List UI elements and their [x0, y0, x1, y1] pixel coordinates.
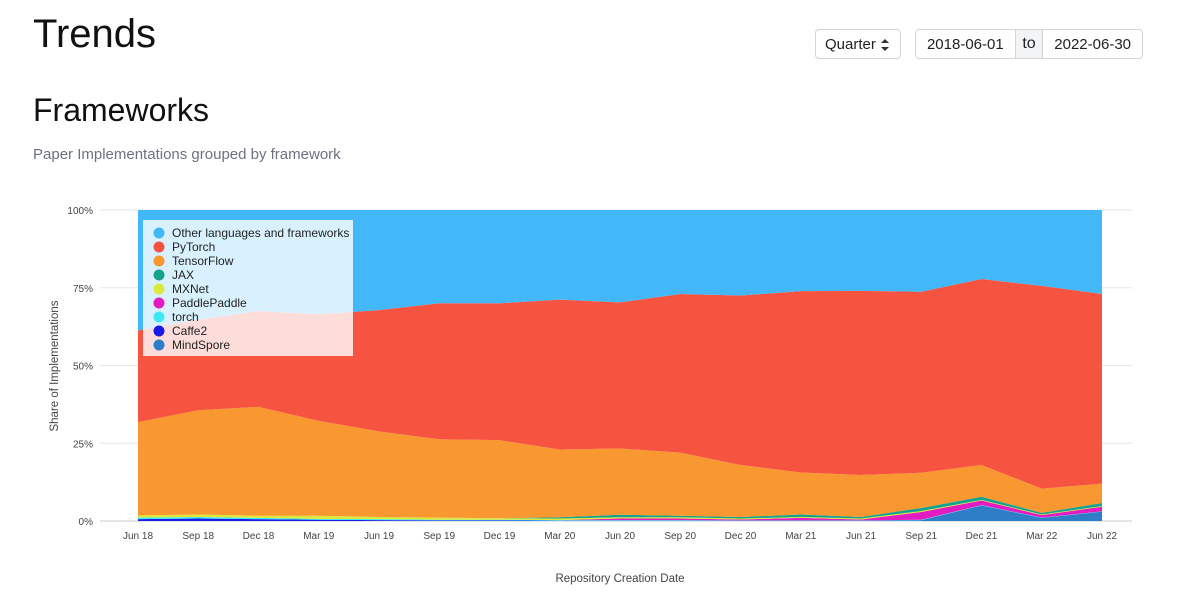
- x-tick-label: Dec 19: [484, 531, 516, 542]
- legend-swatch: [153, 283, 165, 295]
- legend-swatch: [153, 339, 165, 351]
- x-tick-label: Sep 18: [182, 531, 214, 542]
- legend-label: TensorFlow: [172, 254, 234, 268]
- x-axis-ticks: Jun 18 Sep 18 Dec 18 Mar 19 Jun 19 Sep 19 Dec …: [123, 531, 1117, 542]
- date-range: 2018-06-01 to 2022-06-30: [915, 29, 1143, 59]
- section-subtitle: Paper Implementations grouped by framewo…: [33, 146, 341, 163]
- legend-swatch: [153, 241, 165, 253]
- sort-caret-icon: [881, 39, 889, 51]
- legend-swatch: [153, 311, 165, 323]
- x-tick-label: Jun 20: [605, 531, 635, 542]
- legend-item[interactable]: torch: [153, 310, 199, 324]
- legend-swatch: [153, 255, 165, 267]
- frameworks-area-chart: 0% 25% 50% 75% 100% Jun 18 Sep 18 Dec 18 Mar 19…: [49, 206, 1132, 585]
- legend-swatch: [153, 269, 165, 281]
- period-select-value: Quarter: [825, 35, 876, 53]
- x-tick-label: Dec 20: [725, 531, 757, 542]
- x-tick-label: Dec 21: [966, 531, 998, 542]
- period-select[interactable]: Quarter: [815, 29, 901, 59]
- y-tick-label: 50%: [73, 362, 93, 373]
- legend-label: PaddlePaddle: [172, 296, 247, 310]
- legend-label: MXNet: [172, 282, 209, 296]
- x-tick-label: Mar 22: [1026, 531, 1058, 542]
- x-tick-label: Mar 19: [303, 531, 335, 542]
- y-axis-ticks: 0% 25% 50% 75% 100%: [67, 206, 93, 528]
- x-tick-label: Jun 21: [846, 531, 876, 542]
- x-tick-label: Sep 20: [664, 531, 696, 542]
- date-range-separator: to: [1014, 30, 1044, 58]
- y-tick-label: 100%: [67, 206, 93, 217]
- y-tick-label: 0%: [79, 517, 94, 528]
- chart-legend: Other languages and frameworksPyTorchTen…: [143, 220, 353, 356]
- legend-swatch: [153, 297, 165, 309]
- legend-label: PyTorch: [172, 240, 215, 254]
- section-title: Frameworks: [33, 92, 210, 128]
- y-tick-label: 75%: [73, 284, 93, 295]
- legend-item[interactable]: Other languages and frameworks: [153, 226, 350, 240]
- legend-label: JAX: [172, 268, 194, 282]
- end-date-input[interactable]: 2022-06-30: [1043, 30, 1142, 58]
- legend-label: torch: [172, 310, 199, 324]
- start-date-input[interactable]: 2018-06-01: [916, 30, 1015, 58]
- x-tick-label: Mar 21: [785, 531, 817, 542]
- x-tick-label: Dec 18: [243, 531, 275, 542]
- x-tick-label: Jun 19: [364, 531, 394, 542]
- legend-swatch: [153, 227, 165, 239]
- y-axis-title: Share of Implementations: [49, 300, 61, 431]
- y-tick-label: 25%: [73, 439, 93, 450]
- x-tick-label: Jun 22: [1087, 531, 1117, 542]
- x-tick-label: Sep 19: [423, 531, 455, 542]
- legend-item[interactable]: JAX: [153, 268, 195, 282]
- x-axis-title: Repository Creation Date: [555, 573, 684, 585]
- legend-label: MindSpore: [172, 338, 230, 352]
- legend-label: Other languages and frameworks: [172, 226, 349, 240]
- x-tick-label: Sep 21: [905, 531, 937, 542]
- x-tick-label: Jun 18: [123, 531, 153, 542]
- page-title: Trends: [33, 12, 157, 56]
- legend-swatch: [153, 325, 165, 337]
- legend-label: Caffe2: [172, 324, 207, 338]
- x-tick-label: Mar 20: [544, 531, 576, 542]
